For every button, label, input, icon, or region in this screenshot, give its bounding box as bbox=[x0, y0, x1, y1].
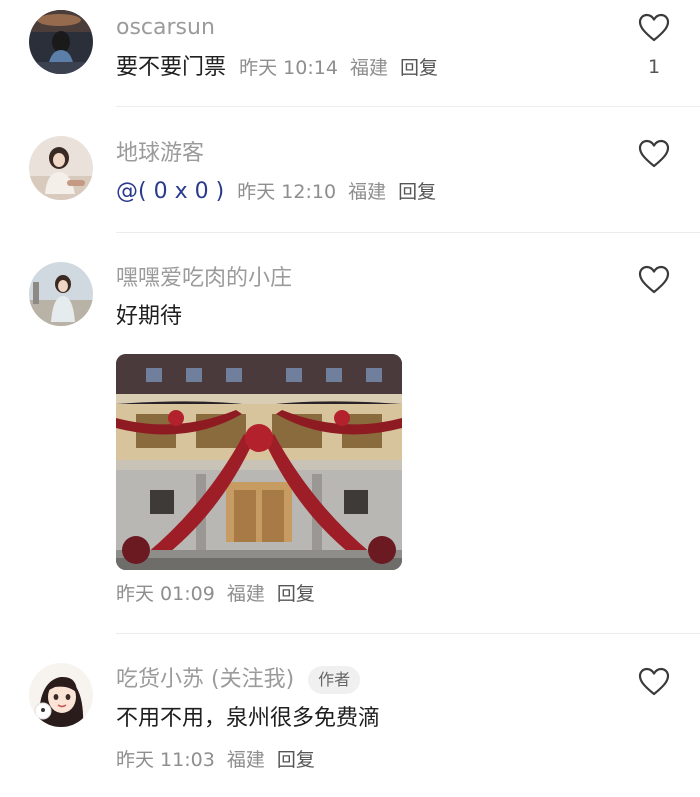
comment-text: 不用不用，泉州很多免费滴 bbox=[116, 706, 381, 731]
comment-time: 昨天 10:14 bbox=[239, 57, 338, 79]
avatar-girl-outdoor-icon bbox=[29, 262, 93, 326]
author-badge: 作者 bbox=[308, 666, 361, 694]
comment-time: 昨天 01:09 bbox=[116, 583, 215, 605]
avatar-woman-night-icon bbox=[29, 10, 93, 74]
heart-icon bbox=[638, 265, 670, 294]
username[interactable]: oscarsun bbox=[116, 14, 215, 42]
heart-icon bbox=[638, 13, 670, 42]
comment-row: 不用不用，泉州很多免费滴 bbox=[116, 704, 380, 735]
comment-row: 好期待 bbox=[116, 302, 182, 333]
like-count: 1 bbox=[647, 56, 661, 78]
avatar-girl-sitting-icon bbox=[29, 136, 93, 200]
comment-location: 福建 bbox=[226, 583, 265, 605]
avatar[interactable] bbox=[29, 663, 93, 727]
comment-row: @( 0 x 0 ) 昨天 12:10 福建 回复 bbox=[116, 177, 442, 208]
username-row: 吃货小苏 (关注我) 作者 bbox=[116, 666, 361, 694]
comment-item: 吃货小苏 (关注我) 作者 不用不用，泉州很多免费滴 昨天 11:03 福建 回复 bbox=[0, 634, 700, 797]
username[interactable]: 地球游客 bbox=[116, 140, 204, 168]
avatar[interactable] bbox=[29, 262, 93, 326]
username[interactable]: 嘿嘿爱吃肉的小庄 bbox=[116, 265, 292, 293]
username[interactable]: 吃货小苏 (关注我) bbox=[116, 667, 294, 692]
like-button[interactable] bbox=[638, 13, 670, 43]
comment-row: 要不要门票 昨天 10:14 福建 回复 bbox=[116, 53, 444, 84]
like-button[interactable] bbox=[638, 265, 670, 295]
comment-time: 昨天 11:03 bbox=[116, 749, 215, 771]
comment-meta: 昨天 01:09 福建 回复 bbox=[116, 580, 321, 608]
comment-location: 福建 bbox=[226, 749, 265, 771]
building-festive-photo-icon bbox=[116, 354, 402, 570]
comment-item: oscarsun 要不要门票 昨天 10:14 福建 回复 1 bbox=[0, 0, 700, 106]
comment-location: 福建 bbox=[348, 181, 387, 203]
avatar[interactable] bbox=[29, 136, 93, 200]
avatar[interactable] bbox=[29, 10, 93, 74]
reply-button[interactable]: 回复 bbox=[398, 181, 436, 203]
comment-text: 要不要门票 bbox=[116, 55, 227, 80]
comment-location: 福建 bbox=[349, 57, 388, 79]
like-button[interactable] bbox=[638, 667, 670, 697]
reply-button[interactable]: 回复 bbox=[277, 749, 315, 771]
like-button[interactable] bbox=[638, 139, 670, 169]
comment-meta: 昨天 12:10 福建 回复 bbox=[237, 181, 442, 203]
comment-item: 地球游客 @( 0 x 0 ) 昨天 12:10 福建 回复 bbox=[0, 107, 700, 232]
reply-button[interactable]: 回复 bbox=[277, 583, 315, 605]
comment-image[interactable] bbox=[116, 354, 402, 570]
heart-icon bbox=[638, 139, 670, 168]
comment-text[interactable]: @( 0 x 0 ) bbox=[116, 179, 224, 204]
avatar-cartoon-girl-icon bbox=[29, 663, 93, 727]
comment-text: 好期待 bbox=[116, 304, 183, 329]
comment-meta: 昨天 11:03 福建 回复 bbox=[116, 746, 321, 774]
comment-time: 昨天 12:10 bbox=[237, 181, 337, 203]
reply-button[interactable]: 回复 bbox=[400, 57, 438, 79]
comment-meta: 昨天 10:14 福建 回复 bbox=[239, 57, 444, 79]
heart-icon bbox=[638, 667, 670, 696]
